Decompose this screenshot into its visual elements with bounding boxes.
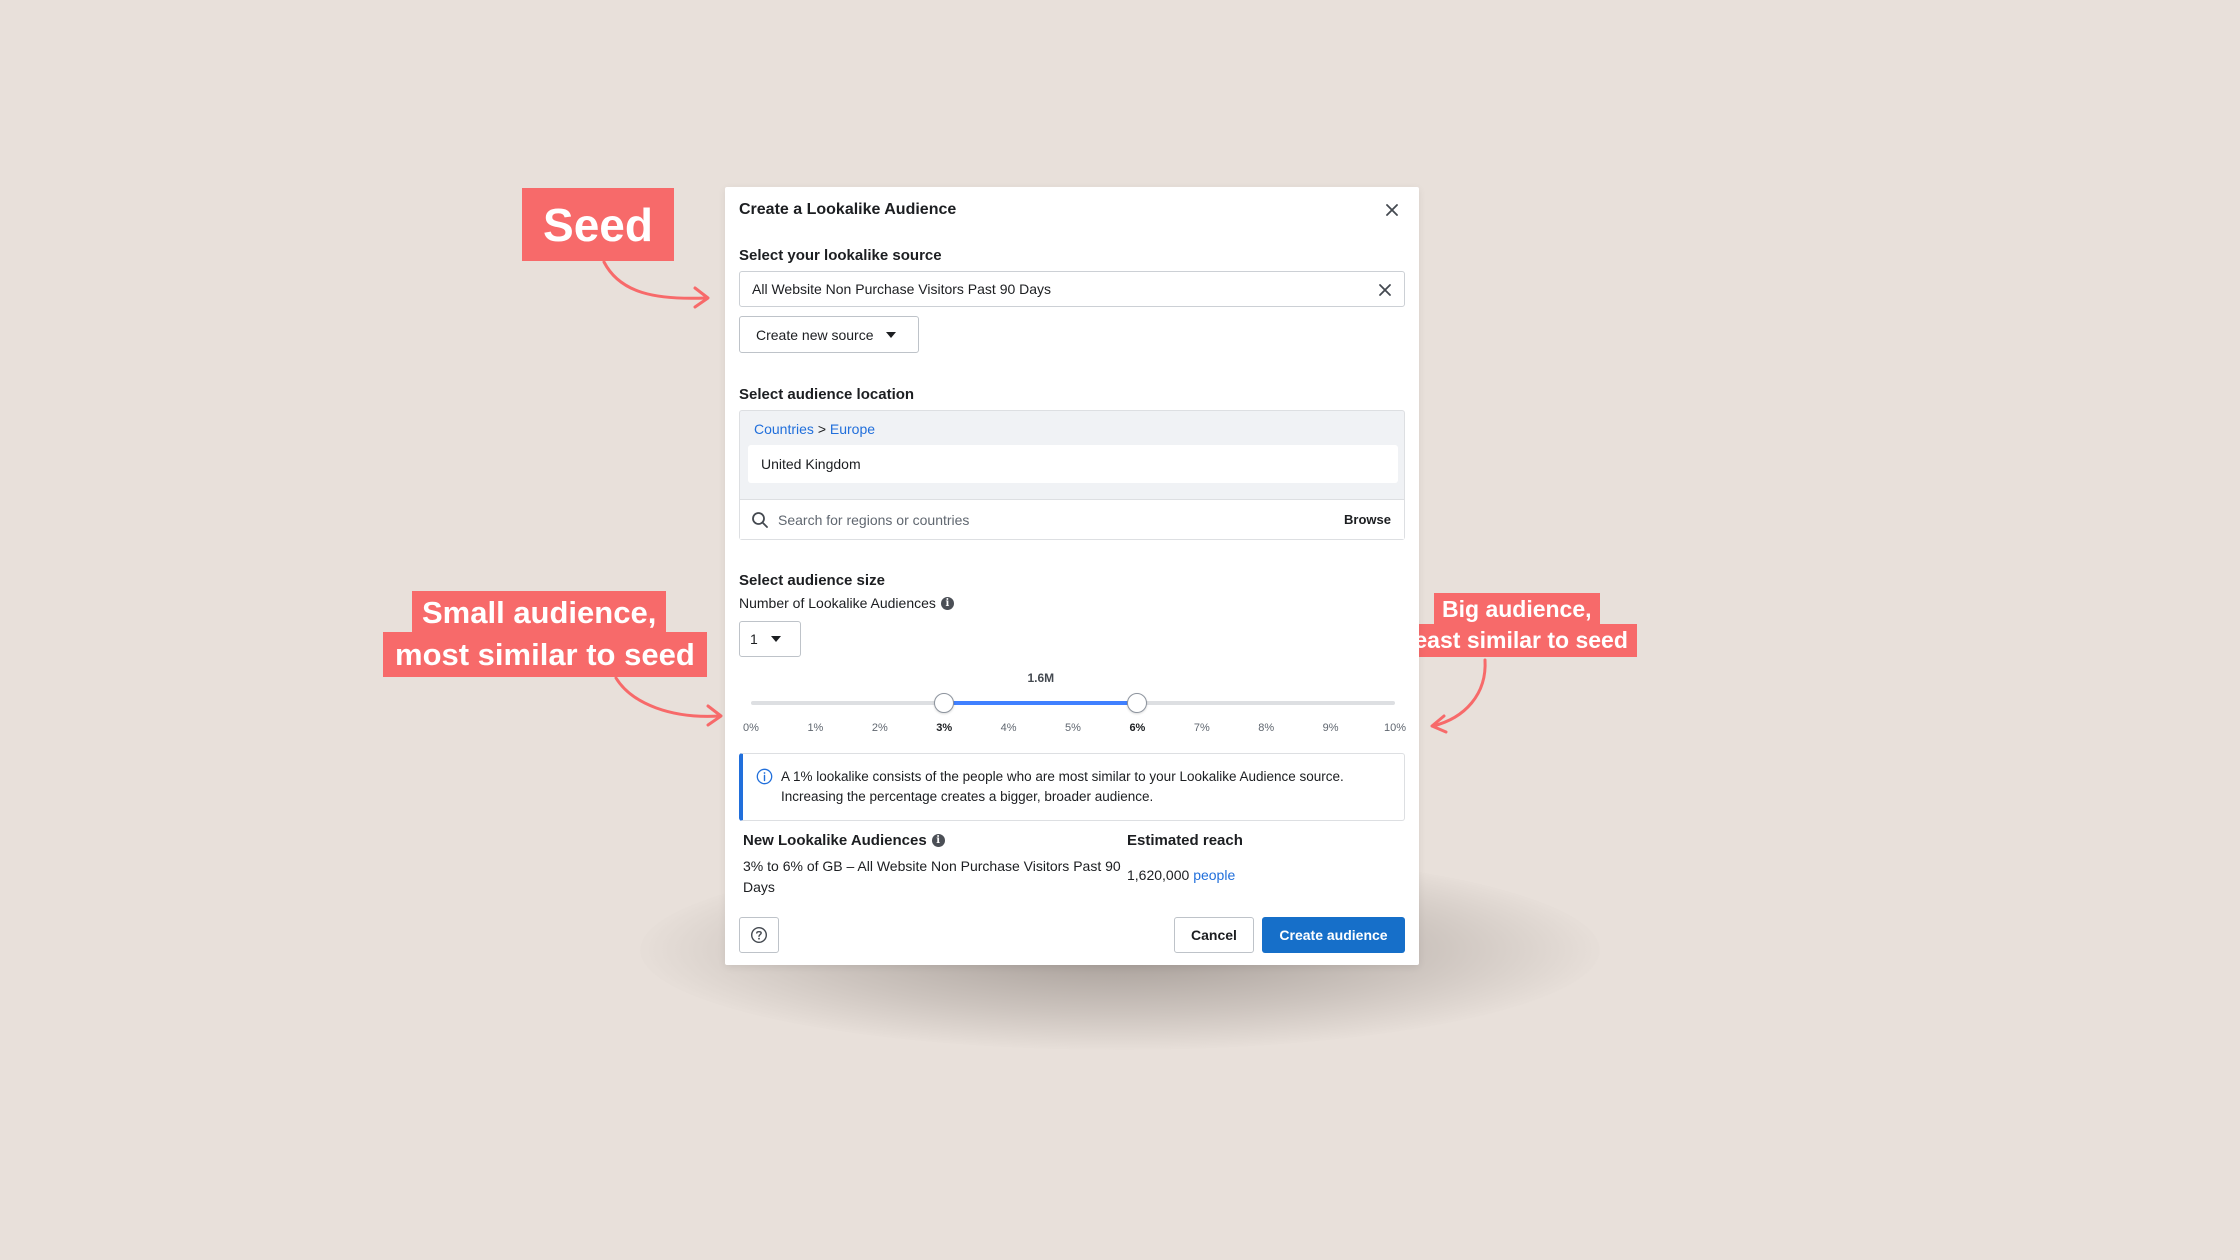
location-section-label: Select audience location [739,386,915,403]
search-icon [752,511,768,528]
chevron-down-icon [770,636,781,642]
estimated-reach-number: 1,620,000 [1127,867,1190,883]
new-audiences-label: New Lookalike Audiences i [743,832,945,849]
lookalike-source-value: All Website Non Purchase Visitors Past 9… [752,281,1052,297]
breadcrumb-countries-link[interactable]: Countries [754,421,814,437]
create-audience-button-label: Create audience [1279,927,1388,943]
estimated-reach-value: 1,620,000 people [1127,867,1235,883]
selected-country-item[interactable]: United Kingdom [748,445,1398,483]
create-audience-button[interactable]: Create audience [1262,917,1405,953]
location-box: Countries > Europe United Kingdom Browse [739,410,1405,540]
slider-end-handle[interactable] [1127,693,1148,713]
breadcrumb-separator: > [817,421,826,437]
estimated-reach-label: Estimated reach [1127,832,1243,849]
info-circle-icon [756,768,773,785]
lookalike-info-text: A 1% lookalike consists of the people wh… [781,769,1344,804]
slider-tick-label: 1% [807,722,824,734]
cancel-button-label: Cancel [1191,927,1237,943]
help-button[interactable] [739,917,779,953]
help-icon [750,926,768,944]
create-new-source-label: Create new source [756,326,874,343]
audience-size-slider-range [944,701,1138,705]
big-audience-arrow-icon [1430,658,1487,734]
cancel-button[interactable]: Cancel [1174,917,1254,953]
slider-tick-label: 4% [1000,722,1017,734]
lookalike-source-field[interactable]: All Website Non Purchase Visitors Past 9… [739,271,1405,307]
slider-tick-label: 2% [871,722,888,734]
lookalike-info-box: A 1% lookalike consists of the people wh… [739,753,1405,821]
new-audiences-label-text: New Lookalike Audiences [743,832,927,849]
info-icon[interactable]: i [931,834,945,847]
location-search-row: Browse [740,499,1404,539]
small-audience-annotation-line1: Small audience, [412,591,667,634]
lookalike-dialog: Create a Lookalike Audience Select your … [725,187,1419,965]
slider-tick-label: 5% [1065,722,1081,734]
number-of-audiences-select[interactable]: 1 [739,621,801,657]
estimated-reach-people-link[interactable]: people [1193,867,1235,883]
seed-arrow-icon [602,260,710,309]
slider-tick-label: 7% [1193,722,1210,734]
breadcrumb-europe-link[interactable]: Europe [830,421,875,437]
number-of-audiences-value: 1 [750,631,758,647]
small-audience-arrow-icon [614,676,723,727]
dialog-title: Create a Lookalike Audience [739,201,957,218]
slider-tick-label: 10% [1383,722,1407,734]
number-of-audiences-label: Number of Lookalike Audiences i [739,595,954,611]
small-audience-annotation-line2: most similar to seed [383,632,707,677]
info-icon[interactable]: i [940,596,954,610]
number-of-audiences-text: Number of Lookalike Audiences [739,595,936,611]
create-new-source-button[interactable]: Create new source [739,316,919,353]
big-audience-annotation-line1: Big audience, [1434,593,1600,625]
new-audiences-description: 3% to 6% of GB – All Website Non Purchas… [743,858,1121,895]
close-icon[interactable] [1381,199,1403,221]
location-search-input[interactable] [778,511,1298,528]
chevron-down-icon [885,331,896,338]
slider-tick-label: 9% [1322,722,1339,734]
slider-tick-label: 8% [1258,722,1275,734]
source-section-label: Select your lookalike source [739,247,942,264]
seed-annotation: Seed [522,188,674,261]
size-section-label: Select audience size [739,572,885,589]
slider-tick-label: 0% [743,722,759,734]
slider-start-handle[interactable] [934,693,955,713]
slider-tick-label: 6% [1129,722,1146,734]
clear-source-icon[interactable] [1376,281,1394,299]
slider-reach-label: 1.6M [1027,671,1055,685]
big-audience-annotation-line2: least similar to seed [1399,624,1637,657]
location-breadcrumb: Countries > Europe [754,421,875,437]
browse-button[interactable]: Browse [1344,512,1391,527]
slider-tick-label: 3% [936,722,953,734]
selected-country-label: United Kingdom [761,456,861,472]
